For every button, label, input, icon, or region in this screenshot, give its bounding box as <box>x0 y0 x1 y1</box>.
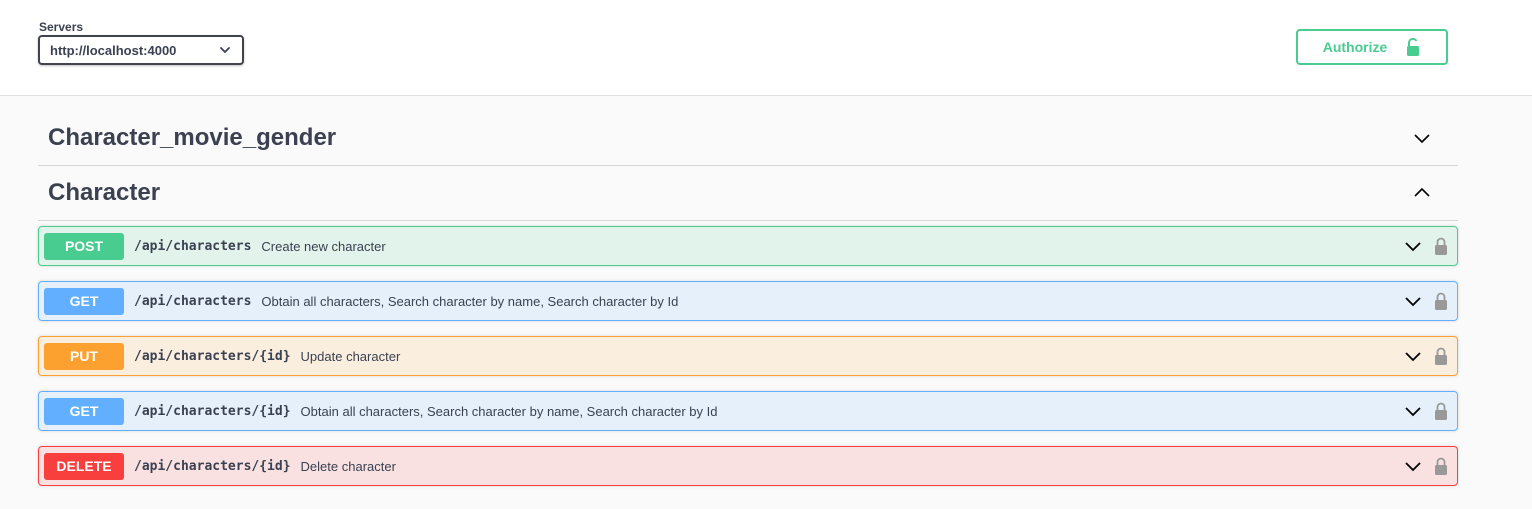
operation-path: /api/characters <box>134 238 252 254</box>
top-bar: Servers http://localhost:4000 Authorize <box>0 0 1532 96</box>
operation-delete-character-id[interactable]: DELETE /api/characters/{id} Delete chara… <box>38 446 1458 486</box>
lock-icon[interactable] <box>1434 237 1448 255</box>
chevron-down-icon[interactable] <box>1404 347 1422 365</box>
unlocked-icon <box>1407 38 1420 56</box>
operation-path: /api/characters <box>134 293 252 309</box>
method-badge: PUT <box>44 342 124 370</box>
chevron-down-icon <box>220 47 230 53</box>
operation-path: /api/characters/{id} <box>134 403 291 419</box>
method-badge: POST <box>44 232 124 260</box>
server-select[interactable]: http://localhost:4000 <box>38 35 244 65</box>
lock-icon[interactable] <box>1434 457 1448 475</box>
operation-summary: Obtain all characters, Search character … <box>300 403 718 419</box>
operation-get-character-id[interactable]: GET /api/characters/{id} Obtain all char… <box>38 391 1458 431</box>
chevron-down-icon[interactable] <box>1404 457 1422 475</box>
operation-summary: Create new character <box>261 238 386 254</box>
server-select-value: http://localhost:4000 <box>50 42 177 58</box>
chevron-down-icon[interactable] <box>1404 292 1422 310</box>
operation-path: /api/characters/{id} <box>134 348 291 364</box>
method-badge: GET <box>44 287 124 315</box>
operation-summary: Update character <box>300 348 401 364</box>
authorize-label: Authorize <box>1322 39 1388 55</box>
chevron-up-icon <box>1414 187 1430 197</box>
operation-path: /api/characters/{id} <box>134 458 291 474</box>
lock-icon[interactable] <box>1434 347 1448 365</box>
chevron-down-icon[interactable] <box>1404 402 1422 420</box>
chevron-down-icon[interactable] <box>1404 237 1422 255</box>
operation-summary: Obtain all characters, Search character … <box>261 293 679 309</box>
operation-post-characters[interactable]: POST /api/characters Create new characte… <box>38 226 1458 266</box>
method-badge: DELETE <box>44 452 124 480</box>
operation-get-characters[interactable]: GET /api/characters Obtain all character… <box>38 281 1458 321</box>
chevron-down-icon <box>1414 134 1430 144</box>
method-badge: GET <box>44 397 124 425</box>
tag-character-movie-gender[interactable]: Character_movie_gender <box>38 111 1458 166</box>
lock-icon[interactable] <box>1434 292 1448 310</box>
lock-icon[interactable] <box>1434 402 1448 420</box>
tag-name: Character <box>48 179 161 206</box>
tag-character[interactable]: Character <box>38 166 1458 221</box>
tag-name: Character_movie_gender <box>48 124 337 151</box>
authorize-button[interactable]: Authorize <box>1296 29 1448 65</box>
operation-summary: Delete character <box>300 458 396 474</box>
operation-put-character-id[interactable]: PUT /api/characters/{id} Update characte… <box>38 336 1458 376</box>
servers-label: Servers <box>39 20 84 34</box>
